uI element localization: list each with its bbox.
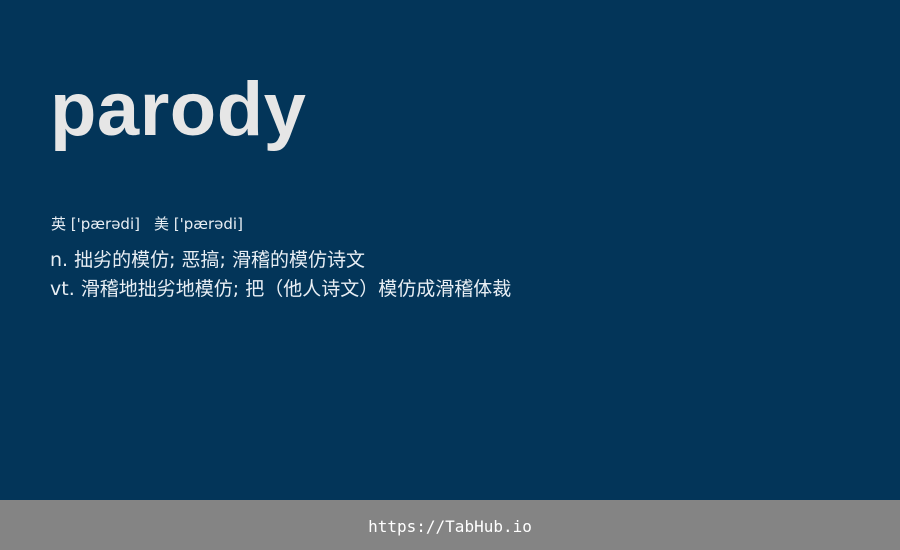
us-ipa: ['pærədi] xyxy=(173,215,243,233)
headword: parody xyxy=(50,67,307,152)
uk-label: 英 xyxy=(51,215,67,233)
us-label: 美 xyxy=(153,215,169,233)
footer-bar: https://TabHub.io xyxy=(0,500,900,550)
definition-noun: n. 拙劣的模仿; 恶搞; 滑稽的模仿诗文 xyxy=(50,249,366,271)
pronunciation-line: 英 ['pærədi] 美 ['pærədi] xyxy=(51,213,243,234)
word-card: parody 英 ['pærədi] 美 ['pærədi] n. 拙劣的模仿; … xyxy=(0,0,900,550)
footer-link[interactable]: https://TabHub.io xyxy=(368,517,532,536)
definition-list: n. 拙劣的模仿; 恶搞; 滑稽的模仿诗文 vt. 滑稽地拙劣地模仿; 把（他人… xyxy=(50,246,511,304)
definition-verb: vt. 滑稽地拙劣地模仿; 把（他人诗文）模仿成滑稽体裁 xyxy=(50,278,512,300)
uk-ipa: ['pærədi] xyxy=(70,215,140,233)
